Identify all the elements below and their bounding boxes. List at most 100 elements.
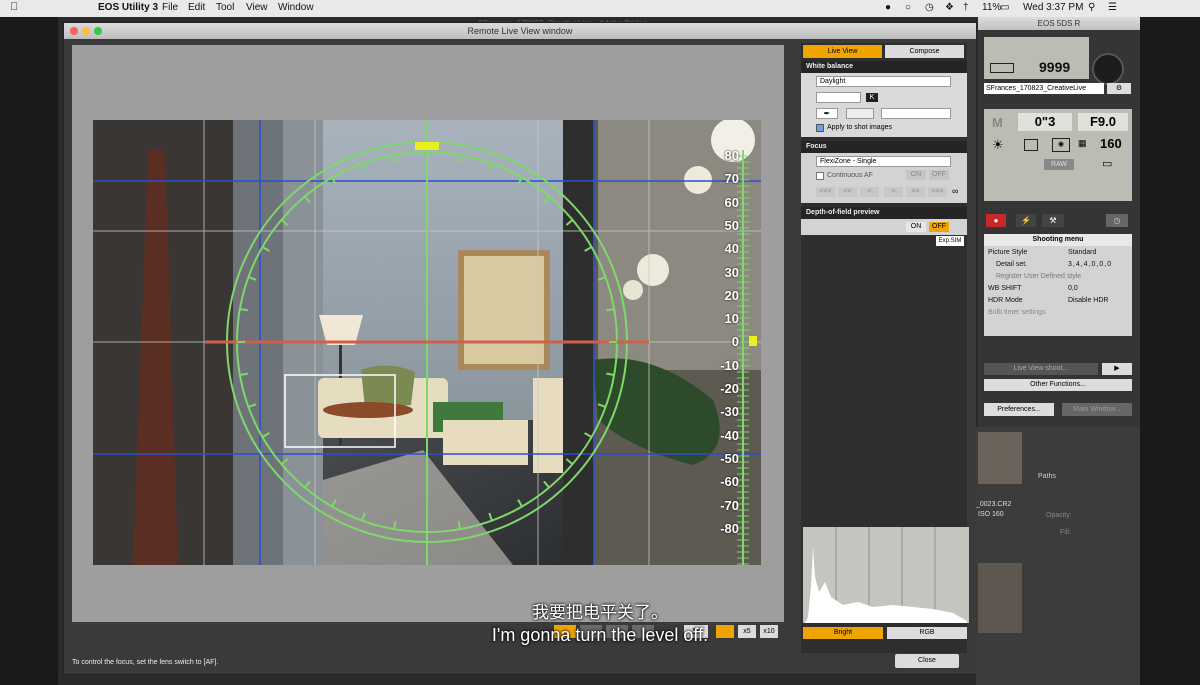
exp-sim-indicator: Exp.SIM xyxy=(936,236,964,246)
record-status-icon[interactable]: ● xyxy=(885,2,891,13)
battery-percent[interactable]: 11% xyxy=(982,2,1001,13)
white-balance-icon[interactable]: ☀ xyxy=(992,137,1004,153)
sync-status-icon[interactable]: ○ xyxy=(905,2,911,13)
shooting-menu-heading: Shooting menu xyxy=(984,234,1132,246)
menu-row-hdr-mode[interactable]: HDR Mode Disable HDR xyxy=(984,295,1132,307)
armchair xyxy=(443,420,528,465)
apply-checkbox[interactable] xyxy=(816,124,824,132)
wb-name-input[interactable] xyxy=(881,108,951,119)
aperture[interactable]: F9.0 xyxy=(1078,113,1128,131)
remote-live-view-window: Remote Live View window 80 70 60 50 40 3… xyxy=(63,22,977,675)
dropbox-status-icon[interactable]: ❖ xyxy=(945,2,954,13)
image-quality[interactable]: RAW xyxy=(1044,159,1074,170)
apply-label: Apply to shot images xyxy=(827,124,892,131)
bluetooth-icon[interactable]: † xyxy=(963,2,969,13)
minimize-window-icon[interactable] xyxy=(82,27,90,35)
opacity-label: Opacity: xyxy=(1046,512,1072,519)
setup-menu-tab-icon[interactable]: ⚒ xyxy=(1042,214,1064,227)
fill-label: Fill: xyxy=(1060,529,1071,536)
level-scale-label: 30 xyxy=(724,264,739,280)
drive-mode-icon[interactable] xyxy=(1024,139,1038,151)
folder-select[interactable]: SFrances_170823_CreativeLive xyxy=(984,83,1104,94)
movie-icon[interactable]: ▶ xyxy=(1102,363,1132,375)
zoom-window-icon[interactable] xyxy=(94,27,102,35)
af-off-button[interactable]: OFF xyxy=(929,170,949,180)
focus-near-1-button[interactable]: < xyxy=(860,187,879,197)
custom-wb-select[interactable] xyxy=(846,108,874,119)
menu-window[interactable]: Window xyxy=(278,2,314,13)
level-scale-label: 70 xyxy=(724,171,739,187)
metering-icon[interactable]: ◉ xyxy=(1052,138,1070,152)
card-icon[interactable]: ▭ xyxy=(1102,157,1112,170)
tab-compose[interactable]: Compose xyxy=(885,45,964,58)
level-scale-label: -50 xyxy=(720,450,739,466)
camera-lcd-settings: M 0"3 F9.0 ☀ ◉ ▦ 160 RAW ▭ xyxy=(984,109,1132,201)
menu-file[interactable]: File xyxy=(162,2,178,13)
clock-status-icon[interactable]: ◷ xyxy=(925,2,934,13)
menu-row-bulb-timer[interactable]: Bulb timer settings xyxy=(984,307,1132,319)
apple-icon[interactable]:  xyxy=(10,1,18,13)
battery-icon[interactable]: ▭ xyxy=(1000,2,1009,13)
level-scale-label: 50 xyxy=(724,217,739,233)
app-name-menu[interactable]: EOS Utility 3 xyxy=(98,2,158,13)
menu-tool[interactable]: Tool xyxy=(216,2,234,13)
white-balance-select[interactable]: Daylight xyxy=(816,76,951,87)
camera-mode-dial[interactable] xyxy=(1092,53,1124,85)
window-titlebar: Remote Live View window xyxy=(64,23,976,39)
main-window-button[interactable]: Main Window... xyxy=(1062,403,1132,416)
live-view-image[interactable]: 80 70 60 50 40 30 20 10 0 -10 -20 -30 -40 -50 -60 -70 -8… xyxy=(93,120,761,565)
subtitle-english: I'm gonna turn the level off. xyxy=(491,625,709,645)
level-scale-label: 80 xyxy=(724,148,739,163)
live-view-shoot-button[interactable]: Live View shoot... xyxy=(984,363,1098,375)
level-ring-tick xyxy=(239,308,248,312)
level-top-marker xyxy=(415,142,439,150)
search-icon[interactable]: ⚲ xyxy=(1088,2,1095,13)
close-button[interactable]: Close xyxy=(895,654,959,668)
menubar-clock[interactable]: Wed 3:37 PM xyxy=(1023,2,1083,13)
level-ring-tick xyxy=(239,372,248,376)
menu-row-wb-shift[interactable]: WB SHIFT 0,0 xyxy=(984,283,1132,295)
af-on-button[interactable]: ON xyxy=(906,170,926,180)
menu-edit[interactable]: Edit xyxy=(188,2,205,13)
focus-far-3-button[interactable]: >>> xyxy=(928,187,947,197)
window-title: Remote Live View window xyxy=(467,26,573,36)
notification-center-icon[interactable]: ☰ xyxy=(1108,2,1117,13)
focus-near-2-button[interactable]: << xyxy=(838,187,857,197)
live-view-area: 80 70 60 50 40 30 20 10 0 -10 -20 -30 -40 -50 -60 -70 -8… xyxy=(72,45,784,622)
tab-live-view[interactable]: Live View xyxy=(803,45,882,58)
menu-row-register-style[interactable]: Register User Defined style xyxy=(984,271,1132,283)
af-mode-select[interactable]: FlexiZone - Single xyxy=(816,156,951,167)
kelvin-input[interactable] xyxy=(816,92,861,103)
timer-icon[interactable]: ◷ xyxy=(1106,214,1128,227)
menu-row-picture-style[interactable]: Picture Style Standard xyxy=(984,247,1132,259)
dof-off-button[interactable]: OFF xyxy=(929,222,949,232)
iso-icon[interactable]: ▦ xyxy=(1078,138,1087,149)
menu-row-detail-set[interactable]: Detail set. 3,4,4,0,0,0 xyxy=(984,259,1132,271)
level-scale-label: -40 xyxy=(720,427,739,443)
focus-near-3-button[interactable]: <<< xyxy=(816,187,835,197)
shutter-speed[interactable]: 0"3 xyxy=(1018,113,1072,131)
iso-value[interactable]: 160 xyxy=(1100,136,1122,151)
infinity-label: ∞ xyxy=(952,186,959,196)
camera-settings-icon[interactable]: ⚙ xyxy=(1107,83,1131,94)
eyedropper-icon[interactable]: ✒ xyxy=(816,108,838,119)
focus-far-1-button[interactable]: > xyxy=(884,187,903,197)
level-scale-label: -30 xyxy=(720,404,739,420)
white-balance-section: Daylight K ✒ Apply to shot images xyxy=(801,73,967,137)
dof-on-button[interactable]: ON xyxy=(906,222,926,232)
shooting-mode[interactable]: M xyxy=(992,115,1003,130)
shooting-menu-tab-icon[interactable]: ● xyxy=(986,214,1006,227)
level-ring-tick xyxy=(393,521,397,530)
paths-tab[interactable]: Paths xyxy=(1038,473,1056,480)
preferences-button[interactable]: Preferences... xyxy=(984,403,1054,416)
focus-far-2-button[interactable]: >> xyxy=(906,187,925,197)
camera-panel-titlebar: EOS 5DS R xyxy=(978,17,1140,30)
continuous-af-checkbox[interactable] xyxy=(816,172,824,180)
close-window-icon[interactable] xyxy=(70,27,78,35)
level-scale-label: 20 xyxy=(724,287,739,303)
bridge-thumbnail-1[interactable] xyxy=(978,432,1022,484)
menu-view[interactable]: View xyxy=(246,2,268,13)
other-functions-button[interactable]: Other Functions... xyxy=(984,379,1132,391)
flash-menu-tab-icon[interactable]: ⚡ xyxy=(1016,214,1036,227)
camera-lcd-top: 9999 xyxy=(984,37,1089,79)
